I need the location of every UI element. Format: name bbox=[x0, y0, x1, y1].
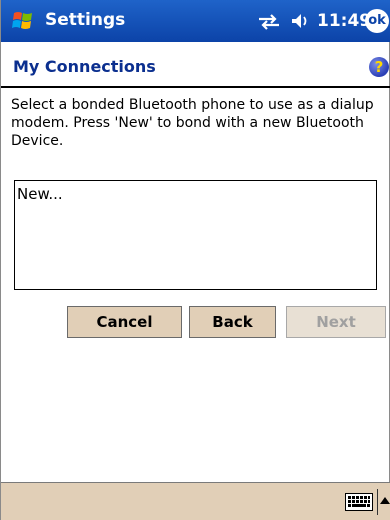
page-title: My Connections bbox=[13, 57, 156, 76]
header-divider bbox=[1, 86, 390, 88]
pocketpc-screen: Settings 11:49 ok My Connections ? Selec… bbox=[0, 0, 390, 520]
help-icon[interactable]: ? bbox=[369, 57, 389, 77]
clock[interactable]: 11:49 bbox=[317, 11, 371, 31]
windows-flag-icon[interactable] bbox=[11, 8, 37, 34]
menu-bar bbox=[1, 482, 390, 520]
speaker-icon[interactable] bbox=[291, 13, 309, 29]
next-button[interactable]: Next bbox=[286, 306, 386, 338]
instructions-text: Select a bonded Bluetooth phone to use a… bbox=[11, 97, 374, 149]
list-item-new[interactable]: New... bbox=[17, 185, 63, 203]
menu-separator bbox=[377, 489, 378, 515]
keyboard-icon[interactable] bbox=[345, 493, 373, 511]
page-header: My Connections ? bbox=[1, 48, 390, 86]
cancel-button[interactable]: Cancel bbox=[67, 306, 182, 338]
back-button[interactable]: Back bbox=[189, 306, 276, 338]
window-title: Settings bbox=[45, 10, 126, 30]
bonded-devices-list[interactable]: New... bbox=[14, 180, 377, 290]
arrow-up-icon[interactable] bbox=[380, 497, 390, 504]
title-bar: Settings 11:49 ok bbox=[1, 0, 390, 42]
connectivity-icon[interactable] bbox=[257, 14, 281, 30]
ok-button[interactable]: ok bbox=[365, 9, 389, 33]
